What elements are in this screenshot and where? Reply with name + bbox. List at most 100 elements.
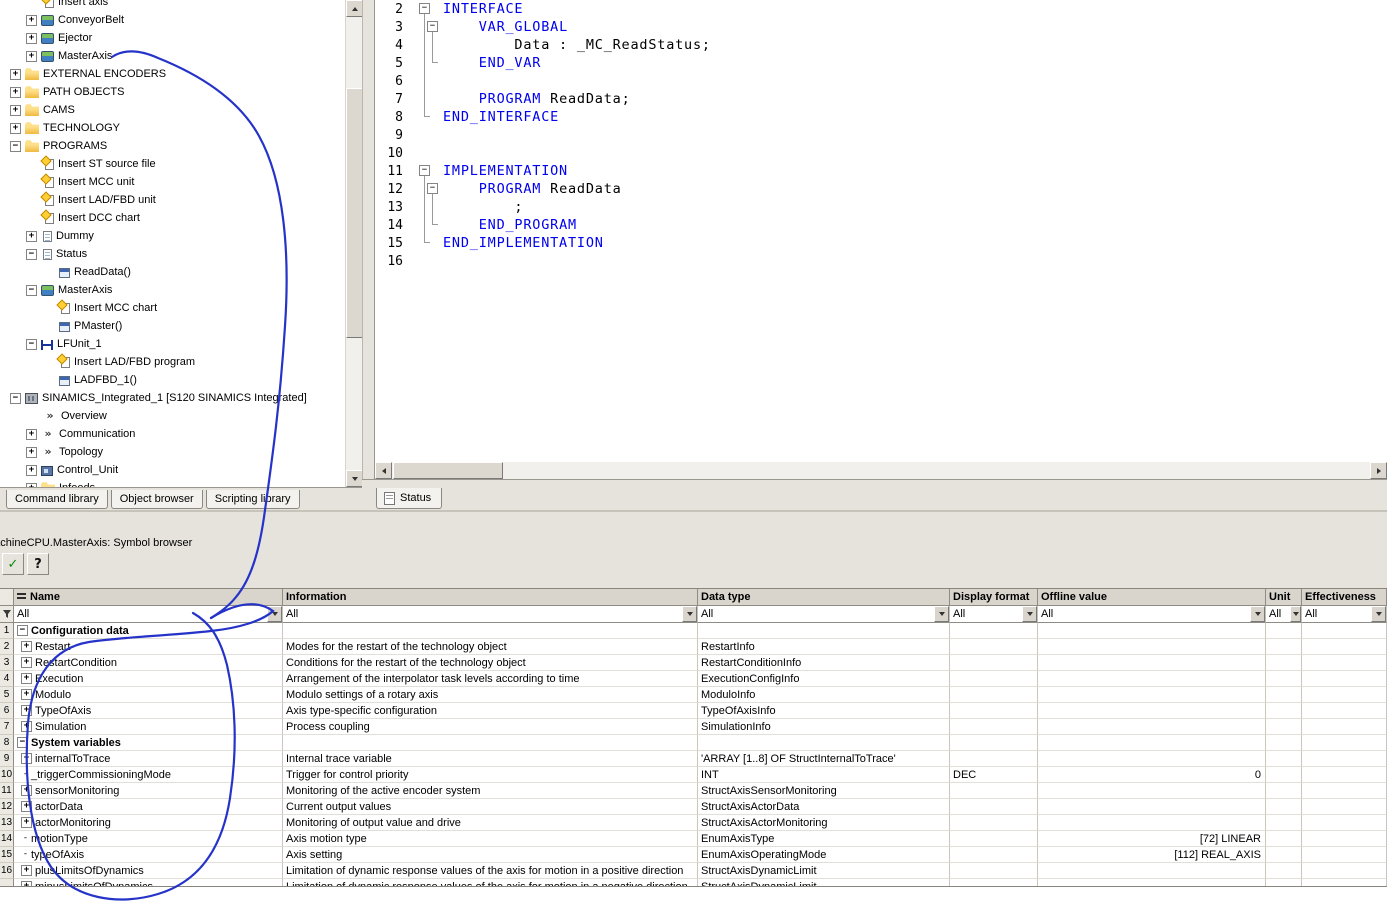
- col-header-name[interactable]: Name: [14, 589, 283, 606]
- information-cell[interactable]: [283, 735, 698, 751]
- tree-item-readdata[interactable]: ReadData(): [0, 263, 345, 281]
- expander-icon[interactable]: +: [10, 105, 21, 116]
- effectiveness-cell[interactable]: [1302, 815, 1387, 831]
- effectiveness-cell[interactable]: [1302, 767, 1387, 783]
- col-header-data-type[interactable]: Data type: [698, 589, 950, 606]
- name-cell[interactable]: +sensorMonitoring: [14, 783, 283, 799]
- offline-value-cell[interactable]: [1038, 735, 1266, 751]
- tree-item-ejector[interactable]: +Ejector: [0, 29, 345, 47]
- col-header-display-format[interactable]: Display format: [950, 589, 1038, 606]
- display-format-cell[interactable]: [950, 863, 1038, 879]
- row-number-header[interactable]: [0, 589, 14, 606]
- display-format-cell[interactable]: [950, 831, 1038, 847]
- name-cell[interactable]: +RestartCondition: [14, 655, 283, 671]
- name-cell[interactable]: +TypeOfAxis: [14, 703, 283, 719]
- unit-cell[interactable]: [1266, 751, 1302, 767]
- display-format-cell[interactable]: [950, 671, 1038, 687]
- offline-value-cell[interactable]: [1038, 815, 1266, 831]
- fold-toggle-icon[interactable]: −: [427, 21, 438, 32]
- data-type-cell[interactable]: [698, 623, 950, 639]
- row-number[interactable]: 15: [0, 847, 14, 863]
- expander-icon[interactable]: +: [26, 15, 37, 26]
- col-header-effectiveness[interactable]: Effectiveness: [1302, 589, 1387, 606]
- information-cell[interactable]: Monitoring of the active encoder system: [283, 783, 698, 799]
- data-type-cell[interactable]: StructAxisActorData: [698, 799, 950, 815]
- scroll-up-button[interactable]: [346, 0, 363, 17]
- tree-item-technology[interactable]: +TECHNOLOGY: [0, 119, 345, 137]
- tab-scripting-library[interactable]: Scripting library: [206, 490, 300, 509]
- information-cell[interactable]: Axis setting: [283, 847, 698, 863]
- tab-object-browser[interactable]: Object browser: [111, 490, 203, 509]
- row-number[interactable]: 8: [0, 735, 14, 751]
- name-cell[interactable]: +Execution: [14, 671, 283, 687]
- row-number[interactable]: 10: [0, 767, 14, 783]
- offline-value-cell[interactable]: [112] REAL_AXIS: [1038, 847, 1266, 863]
- information-cell[interactable]: Current output values: [283, 799, 698, 815]
- row-number[interactable]: 3: [0, 655, 14, 671]
- dropdown-arrow-icon[interactable]: [1290, 606, 1301, 622]
- effectiveness-cell[interactable]: [1302, 831, 1387, 847]
- row-number[interactable]: 2: [0, 639, 14, 655]
- data-type-cell[interactable]: ModuloInfo: [698, 687, 950, 703]
- effectiveness-cell[interactable]: [1302, 719, 1387, 735]
- name-cell[interactable]: +Restart: [14, 639, 283, 655]
- display-format-cell[interactable]: [950, 751, 1038, 767]
- information-cell[interactable]: Axis motion type: [283, 831, 698, 847]
- tree-item-insert-dcc-chart[interactable]: Insert DCC chart: [0, 209, 345, 227]
- col-header-information[interactable]: Information: [283, 589, 698, 606]
- name-cell[interactable]: -_triggerCommissioningMode: [14, 767, 283, 783]
- offline-value-cell[interactable]: [1038, 623, 1266, 639]
- tree-item-programs[interactable]: −PROGRAMS: [0, 137, 345, 155]
- unit-cell[interactable]: [1266, 799, 1302, 815]
- expand-icon[interactable]: +: [21, 657, 32, 668]
- tree-item-insert-lad-fbd-program[interactable]: Insert LAD/FBD program: [0, 353, 345, 371]
- row-number[interactable]: 9: [0, 751, 14, 767]
- scroll-left-button[interactable]: [375, 462, 392, 479]
- name-cell[interactable]: +minusLimitsOfDynamics: [14, 879, 283, 887]
- display-format-cell[interactable]: [950, 879, 1038, 887]
- name-cell[interactable]: −System variables: [14, 735, 283, 751]
- offline-value-cell[interactable]: [1038, 703, 1266, 719]
- row-number[interactable]: 6: [0, 703, 14, 719]
- row-number[interactable]: 16: [0, 863, 14, 879]
- collapse-icon[interactable]: −: [17, 737, 28, 748]
- offline-value-cell[interactable]: [72] LINEAR: [1038, 831, 1266, 847]
- unit-cell[interactable]: [1266, 735, 1302, 751]
- tree-item-insert-axis[interactable]: Insert axis: [0, 0, 345, 11]
- data-type-cell[interactable]: RestartInfo: [698, 639, 950, 655]
- expander-icon[interactable]: +: [26, 51, 37, 62]
- scroll-right-button[interactable]: [1370, 462, 1387, 479]
- information-cell[interactable]: Arrangement of the interpolator task lev…: [283, 671, 698, 687]
- display-format-cell[interactable]: DEC: [950, 767, 1038, 783]
- unit-cell[interactable]: [1266, 687, 1302, 703]
- expand-icon[interactable]: +: [21, 673, 32, 684]
- tab-status[interactable]: Status: [376, 488, 442, 509]
- expander-icon[interactable]: −: [26, 249, 37, 260]
- name-cell[interactable]: +internalToTrace: [14, 751, 283, 767]
- data-type-cell[interactable]: StructAxisDynamicLimit: [698, 879, 950, 887]
- row-number[interactable]: 4: [0, 671, 14, 687]
- offline-value-cell[interactable]: [1038, 639, 1266, 655]
- data-type-cell[interactable]: 'ARRAY [1..8] OF StructInternalToTrace': [698, 751, 950, 767]
- dropdown-arrow-icon[interactable]: [1022, 606, 1037, 622]
- data-type-cell[interactable]: EnumAxisType: [698, 831, 950, 847]
- unit-cell[interactable]: [1266, 767, 1302, 783]
- effectiveness-cell[interactable]: [1302, 799, 1387, 815]
- effectiveness-cell[interactable]: [1302, 623, 1387, 639]
- display-format-cell[interactable]: [950, 799, 1038, 815]
- expander-icon[interactable]: +: [10, 123, 21, 134]
- row-number[interactable]: 13: [0, 815, 14, 831]
- data-type-cell[interactable]: TypeOfAxisInfo: [698, 703, 950, 719]
- expand-icon[interactable]: +: [21, 721, 32, 732]
- unit-cell[interactable]: [1266, 655, 1302, 671]
- tab-command-library[interactable]: Command library: [6, 490, 108, 509]
- display-format-cell[interactable]: [950, 783, 1038, 799]
- expander-icon[interactable]: +: [26, 429, 37, 440]
- display-format-cell[interactable]: [950, 815, 1038, 831]
- tree-item-external-encoders[interactable]: +EXTERNAL ENCODERS: [0, 65, 345, 83]
- display-format-cell[interactable]: [950, 719, 1038, 735]
- tree-item-status[interactable]: −Status: [0, 245, 345, 263]
- unit-cell[interactable]: [1266, 863, 1302, 879]
- unit-cell[interactable]: [1266, 831, 1302, 847]
- row-number[interactable]: 11: [0, 783, 14, 799]
